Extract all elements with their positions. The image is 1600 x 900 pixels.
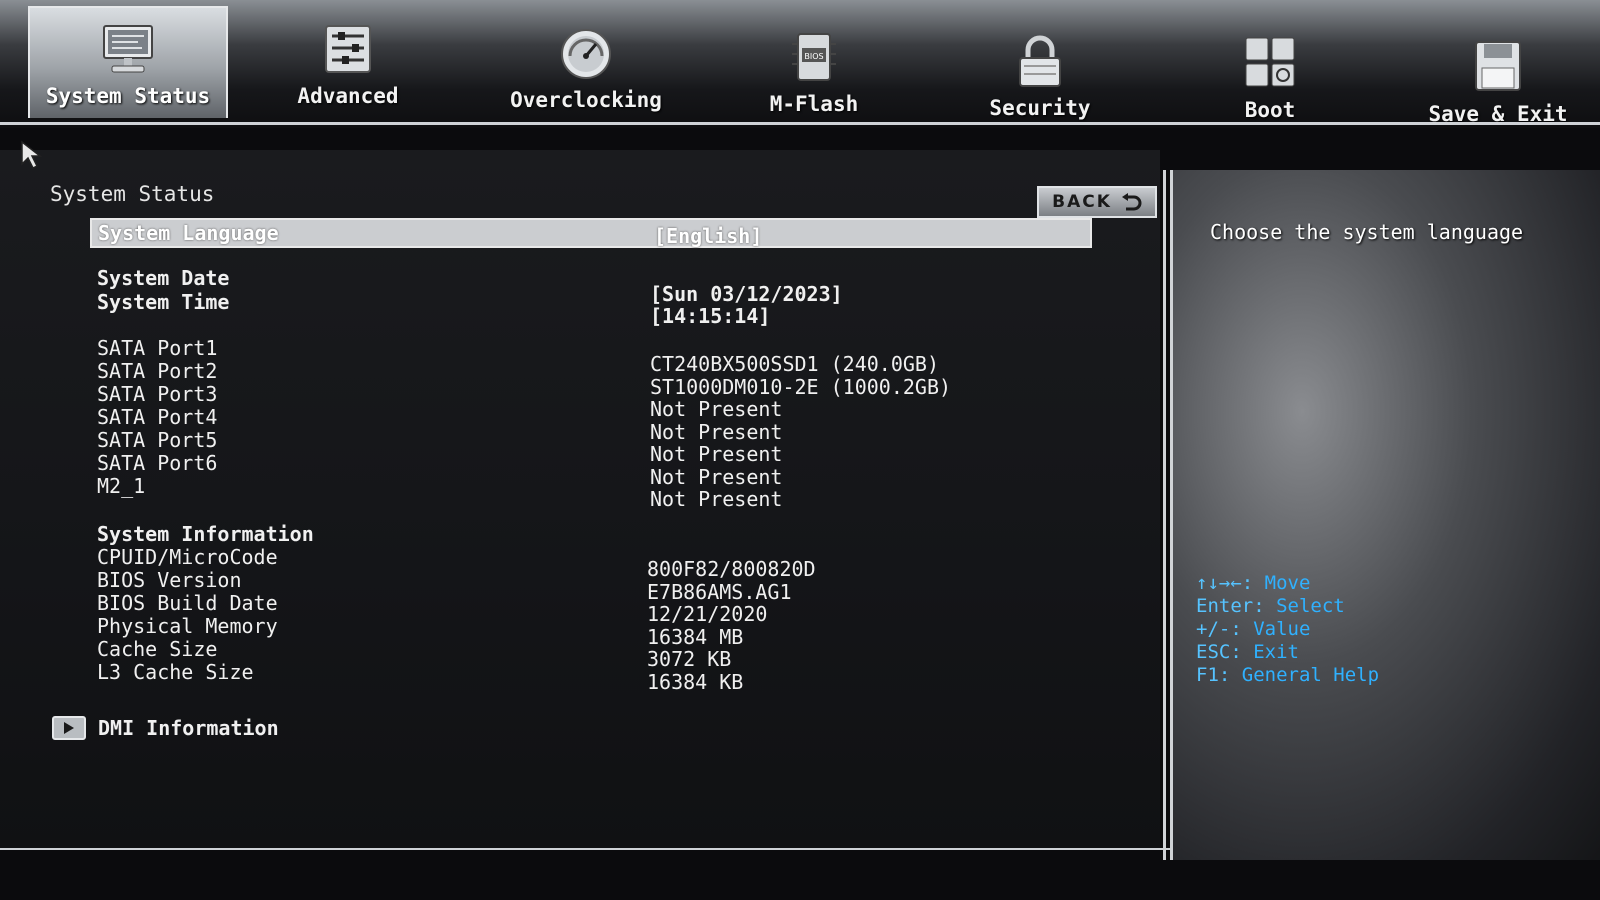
sata-port-label: SATA Port3: [97, 382, 218, 406]
tab-label: System Status: [45, 84, 211, 108]
monitor-icon: [103, 25, 153, 73]
panel-divider: [1163, 170, 1166, 860]
help-description: Choose the system language: [1210, 220, 1524, 244]
dmi-information-submenu[interactable]: DMI Information: [52, 716, 279, 740]
sata-port-value: Not Present: [650, 465, 783, 489]
cpuid-label: CPUID/MicroCode: [97, 545, 278, 569]
tab-label: Security: [989, 96, 1091, 120]
sata-port-value: Not Present: [650, 397, 783, 421]
bios-build-date-label: BIOS Build Date: [97, 591, 278, 615]
l3-cache-size-value: 16384 KB: [647, 670, 744, 694]
tab-label: Advanced: [297, 84, 399, 108]
bios-version-value: E7B86AMS.AG1: [647, 580, 792, 604]
top-tab-bar: System Status Advanced Overclocking BIOS: [0, 0, 1600, 128]
sata-port-label: SATA Port4: [97, 405, 218, 429]
return-arrow-icon: [1121, 193, 1142, 211]
tab-m-flash[interactable]: BIOS M-Flash: [714, 14, 914, 126]
back-button[interactable]: BACK: [1037, 186, 1157, 218]
tab-boot[interactable]: Boot: [1170, 20, 1370, 132]
main-panel: [0, 150, 1160, 850]
sliders-icon: [325, 25, 371, 73]
l3-cache-size-label: L3 Cache Size: [97, 660, 254, 684]
page-title: System Status: [50, 182, 215, 206]
m2-port-label: M2_1: [97, 474, 146, 498]
dmi-information-label: DMI Information: [98, 716, 279, 740]
bios-build-date-value: 12/21/2020: [647, 602, 768, 626]
key-legend-item: Enter: Select: [1196, 595, 1345, 617]
top-divider: [0, 122, 1600, 125]
cache-size-value: 3072 KB: [647, 647, 732, 671]
mouse-pointer-icon: [21, 140, 43, 170]
back-button-label: BACK: [1052, 192, 1112, 212]
help-panel: [1170, 170, 1600, 860]
sata-port-value: CT240BX500SSD1 (240.0GB): [650, 352, 939, 376]
system-language-value: [English]: [654, 224, 763, 248]
sata-port-label: SATA Port6: [97, 451, 218, 475]
system-time-value[interactable]: [14:15:14]: [650, 304, 770, 328]
tab-overclocking[interactable]: Overclocking: [486, 10, 686, 122]
key-legend-item: +/-: Value: [1196, 618, 1311, 640]
system-language-row[interactable]: System Language [English]: [90, 218, 1092, 248]
key-legend-item: ESC: Exit: [1196, 641, 1299, 663]
boot-grid-icon: [1245, 37, 1295, 87]
system-information-heading: System Information: [97, 522, 314, 546]
key-legend-item: ↑↓→←: Move: [1196, 572, 1311, 594]
tab-save-exit[interactable]: Save & Exit: [1398, 24, 1598, 136]
key-legend-item: F1: General Help: [1196, 664, 1380, 686]
tab-system-status[interactable]: System Status: [28, 6, 228, 118]
system-date-value[interactable]: [Sun 03/12/2023]: [650, 282, 843, 306]
bottom-divider: [0, 848, 1170, 850]
chip-icon: BIOS: [792, 33, 836, 81]
floppy-disk-icon: [1475, 41, 1521, 91]
sata-port-label: SATA Port2: [97, 359, 218, 383]
lock-icon: [1019, 35, 1061, 87]
m2-port-value: Not Present: [650, 487, 783, 511]
cache-size-label: Cache Size: [97, 637, 218, 661]
physical-memory-label: Physical Memory: [97, 614, 278, 638]
key-legend: ↑↓→←: Move Enter: Select +/-: Value ESC:…: [1196, 572, 1379, 687]
gauge-icon: [561, 29, 611, 79]
tab-security[interactable]: Security: [940, 18, 1140, 130]
system-language-label: System Language: [98, 221, 279, 245]
bios-version-label: BIOS Version: [97, 568, 242, 592]
tab-label: Overclocking: [510, 88, 662, 112]
sata-port-label: SATA Port1: [97, 336, 218, 360]
tab-advanced[interactable]: Advanced: [248, 6, 448, 118]
physical-memory-value: 16384 MB: [647, 625, 744, 649]
tab-label: M-Flash: [769, 92, 859, 116]
sata-port-value: ST1000DM010-2E (1000.2GB): [650, 375, 952, 399]
cpuid-value: 800F82/800820D: [647, 557, 816, 581]
sata-port-value: Not Present: [650, 420, 783, 444]
sata-port-label: SATA Port5: [97, 428, 218, 452]
svg-text:BIOS: BIOS: [804, 52, 823, 61]
system-time-label: System Time: [97, 290, 230, 314]
sata-port-value: Not Present: [650, 442, 783, 466]
tab-label: Boot: [1244, 98, 1296, 122]
submenu-arrow-icon: [52, 716, 86, 740]
system-date-label: System Date: [97, 266, 230, 290]
